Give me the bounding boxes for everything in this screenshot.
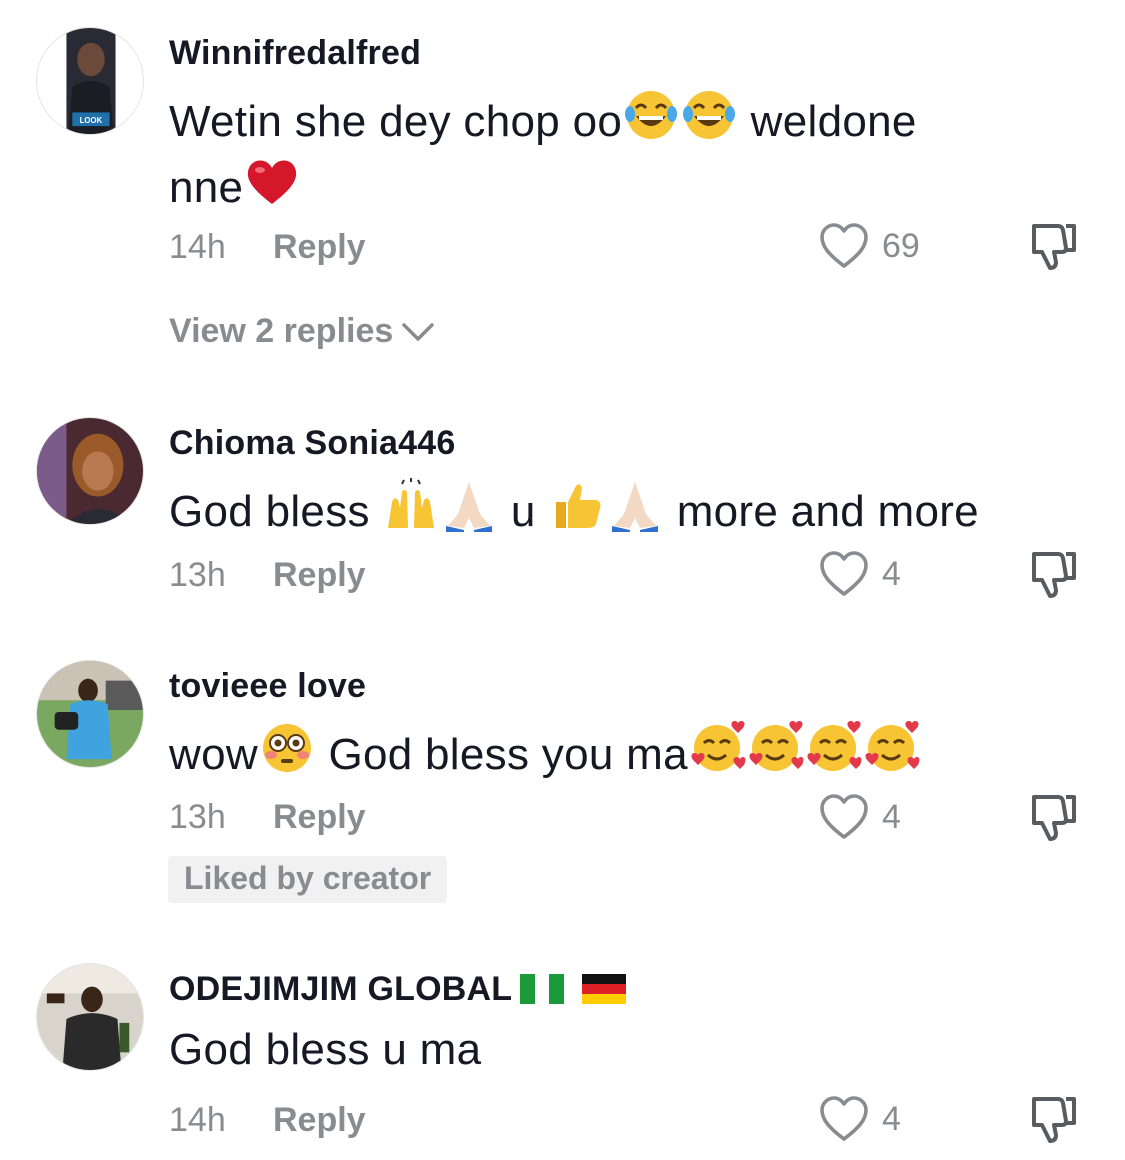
thumbs-down-icon	[1032, 795, 1076, 841]
folded-hands-emoji	[440, 478, 498, 532]
reply-button[interactable]: Reply	[273, 228, 366, 266]
comment-username[interactable]: Winnifredalfred	[169, 34, 421, 73]
like-button[interactable]: 4	[818, 550, 901, 598]
comment-username[interactable]: Chioma Sonia446	[169, 424, 455, 463]
comment-text-part: God bless	[169, 487, 383, 536]
comment-text: Wetin she dey chop oo weldone nne	[169, 88, 1049, 220]
folded-hands-emoji	[606, 478, 664, 532]
reply-button[interactable]: Reply	[273, 798, 366, 836]
smiling-face-with-hearts-emoji	[688, 721, 746, 775]
face-with-tears-of-joy-emoji	[622, 88, 680, 142]
avatar[interactable]	[36, 963, 144, 1071]
comment-text: wow God bless you ma	[169, 721, 1049, 787]
smiling-face-with-hearts-emoji	[746, 721, 804, 775]
heart-outline-icon	[820, 794, 868, 839]
dislike-button[interactable]	[1028, 791, 1080, 843]
face-with-tears-of-joy-emoji	[680, 88, 738, 142]
comment-time: 13h	[169, 798, 226, 836]
view-replies-button[interactable]: View 2 replies	[169, 312, 435, 351]
nigeria-flag-icon	[520, 974, 565, 1004]
heart-outline-icon	[820, 551, 868, 596]
avatar[interactable]	[36, 417, 144, 525]
liked-by-creator-badge: Liked by creator	[168, 856, 448, 903]
like-button[interactable]: 4	[818, 1095, 901, 1143]
comment-text-part: nne	[169, 163, 244, 212]
like-count: 69	[882, 226, 920, 265]
svg-text:LOOK: LOOK	[80, 116, 103, 125]
username-text: ODEJIMJIM GLOBAL	[169, 970, 513, 1008]
dislike-button[interactable]	[1028, 220, 1080, 272]
like-button[interactable]: 4	[818, 793, 901, 841]
comment-time: 13h	[169, 556, 226, 594]
thumbs-down-icon	[1032, 552, 1076, 598]
heart-outline-icon	[820, 1096, 868, 1141]
thumbs-down-icon	[1032, 1097, 1076, 1143]
comment-username[interactable]: ODEJIMJIM GLOBAL	[169, 970, 627, 1009]
like-button[interactable]: 69	[818, 222, 920, 270]
comment-time: 14h	[169, 228, 226, 266]
avatar[interactable]: LOOK	[36, 27, 144, 135]
reply-button[interactable]: Reply	[273, 1101, 366, 1139]
comment-text: God bless u ma	[169, 1018, 1049, 1082]
comment-meta: 14h Reply	[169, 228, 366, 267]
comment-username[interactable]: tovieee love	[169, 667, 366, 706]
comment-text-part: God bless u ma	[169, 1025, 482, 1074]
heart-outline-icon	[820, 223, 868, 268]
view-replies-label: View 2 replies	[169, 312, 394, 350]
reply-button[interactable]: Reply	[273, 556, 366, 594]
comment-time: 14h	[169, 1101, 226, 1139]
raising-hands-emoji	[382, 478, 440, 532]
smiling-face-with-hearts-emoji	[862, 721, 920, 775]
avatar[interactable]	[36, 660, 144, 768]
comment-text-part: more and more	[664, 487, 979, 536]
germany-flag-icon	[582, 974, 627, 1004]
comment-text-part: wow	[169, 730, 258, 779]
comment-text-part: weldone	[738, 97, 917, 146]
dislike-button[interactable]	[1028, 548, 1080, 600]
thumbs-up-emoji	[548, 478, 606, 532]
dislike-button[interactable]	[1028, 1093, 1080, 1145]
like-count: 4	[882, 1099, 901, 1138]
like-count: 4	[882, 554, 901, 593]
comment-text-part: God bless you ma	[315, 730, 688, 779]
like-count: 4	[882, 797, 901, 836]
comment-text-part: u	[498, 487, 549, 536]
thumbs-down-icon	[1032, 224, 1076, 270]
comment-meta: 13h Reply	[169, 798, 366, 837]
comment-text-part: Wetin she dey chop oo	[169, 97, 623, 146]
comment-meta: 14h Reply	[169, 1101, 366, 1140]
smiling-face-with-hearts-emoji	[804, 721, 862, 775]
chevron-down-icon	[402, 322, 435, 341]
comment-text: God bless u more and more	[169, 478, 1049, 544]
comment-meta: 13h Reply	[169, 556, 366, 595]
flushed-face-emoji	[258, 721, 316, 775]
red-heart-emoji	[243, 154, 301, 208]
